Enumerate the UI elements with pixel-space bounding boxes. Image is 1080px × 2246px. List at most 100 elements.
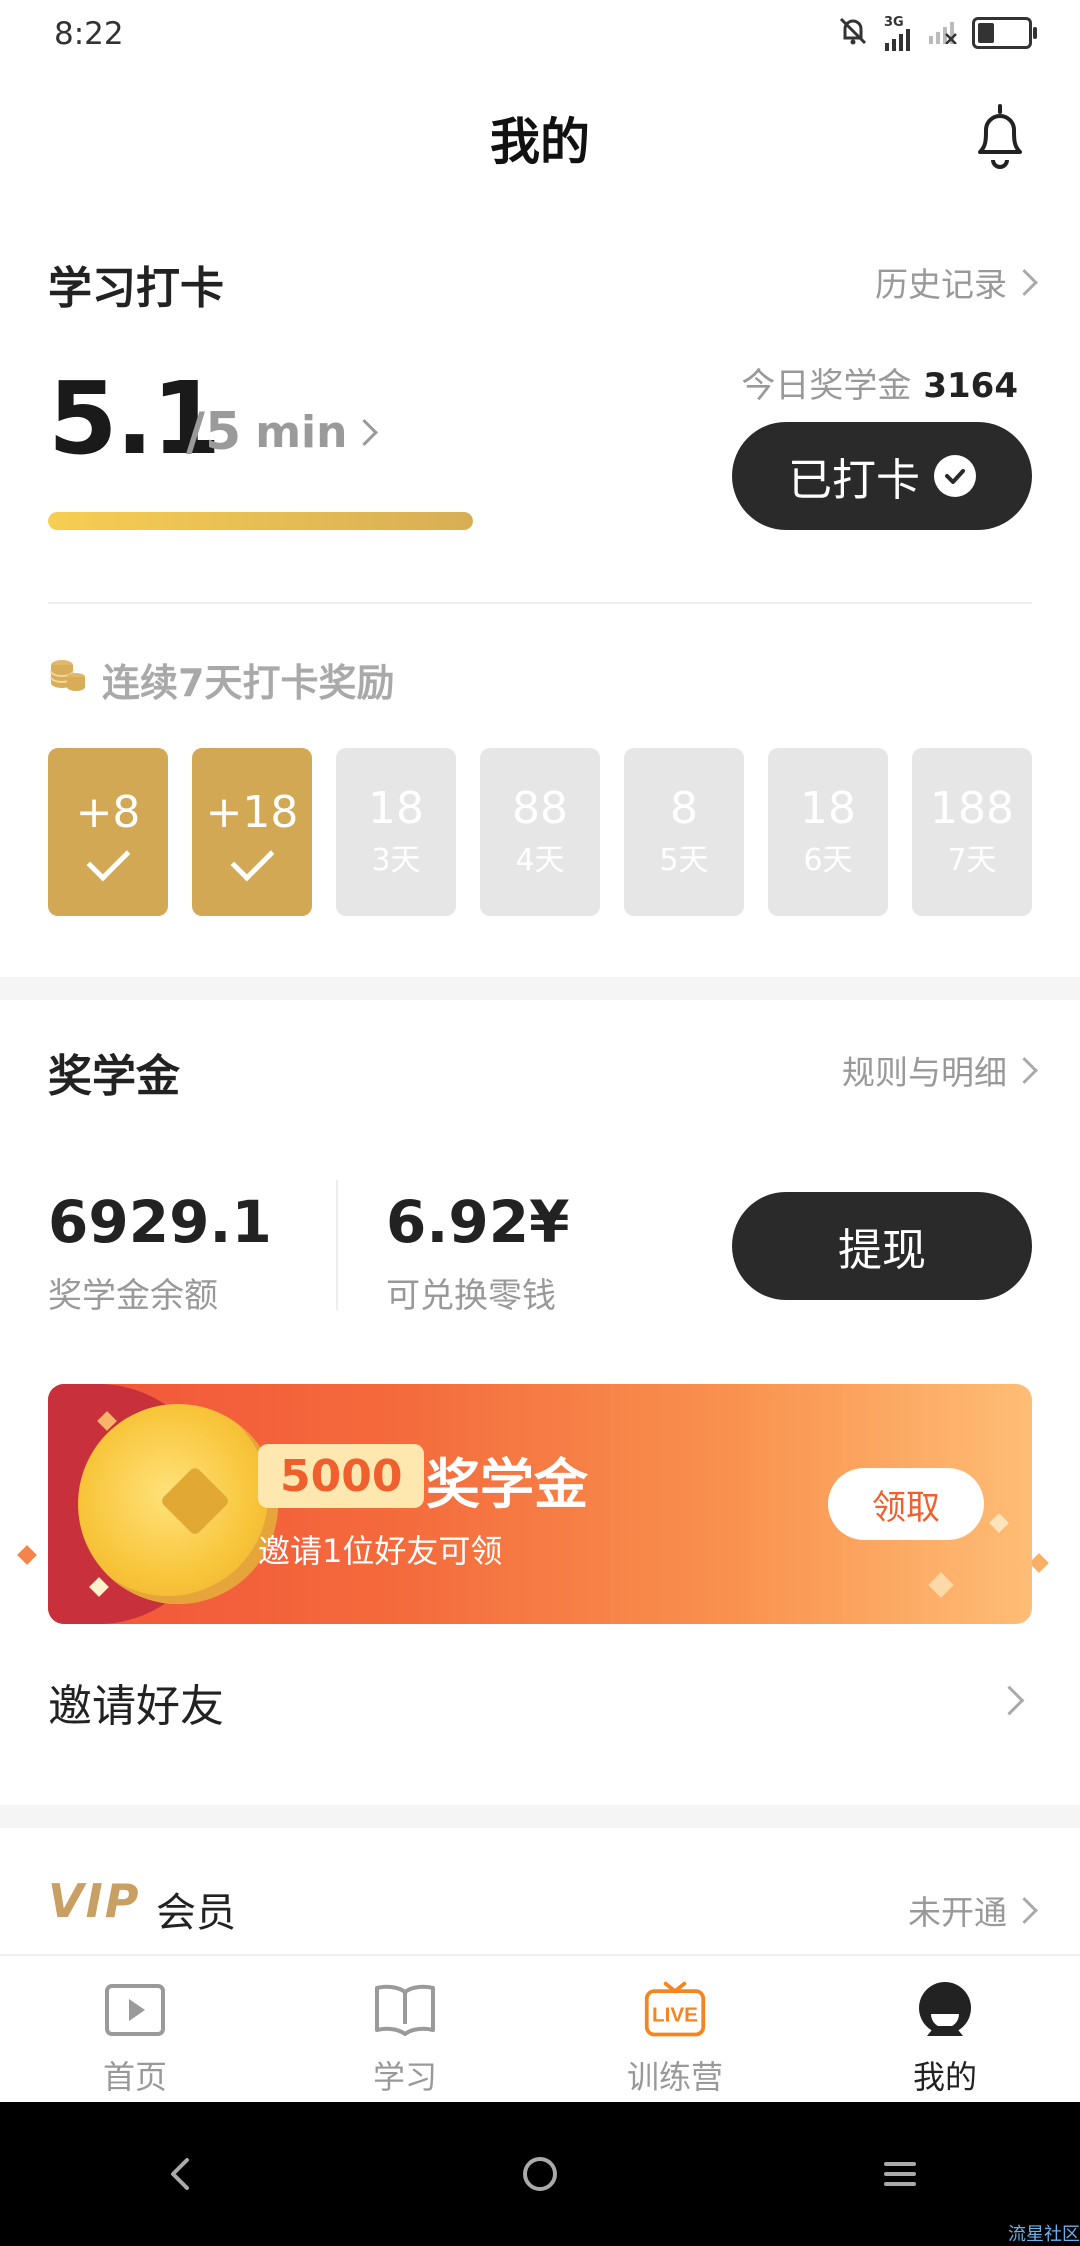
sparkle-icon — [1029, 1553, 1049, 1573]
history-link[interactable]: 历史记录 — [875, 258, 1038, 306]
checkmark-icon — [230, 837, 274, 881]
profile-icon — [913, 1978, 977, 2042]
minutes-goal-link[interactable]: /5 min — [186, 402, 379, 462]
vip-logo: VIP — [48, 1874, 141, 1928]
streak-day-value: 8 — [670, 783, 698, 834]
streak-day-value: 188 — [930, 783, 1014, 834]
checked-in-button[interactable]: 已打卡 — [732, 422, 1032, 530]
tab-home[interactable]: 首页 — [0, 1956, 270, 2104]
system-navigation-bar: 流星社区 — [0, 2102, 1080, 2246]
study-progress-bar — [48, 512, 473, 530]
tab-mine[interactable]: 我的 — [810, 1956, 1080, 2104]
chevron-right-icon — [994, 1685, 1025, 1716]
scholarship-section: 奖学金 规则与明细 6929.1 奖学金余额 6.92¥ 可兑换零钱 提现 50… — [0, 1000, 1080, 1805]
claim-button[interactable]: 领取 — [828, 1468, 984, 1540]
live-icon: LIVE — [643, 1978, 707, 2042]
streak-day-label: 3天 — [371, 843, 421, 878]
chevron-right-icon — [1011, 268, 1038, 296]
network-type: 3G — [884, 14, 904, 30]
vip-status: 未开通 — [908, 1886, 1038, 1934]
chevron-right-icon — [351, 418, 379, 446]
today-scholarship-value: 3164 — [923, 366, 1018, 406]
chevron-right-icon — [1011, 1896, 1038, 1924]
balance-value: 6929.1 — [48, 1188, 272, 1256]
streak-day-card: 18 3天 — [336, 748, 456, 916]
tab-study[interactable]: 学习 — [270, 1956, 540, 2104]
banner-amount: 5000 — [258, 1444, 425, 1508]
back-icon[interactable] — [140, 2134, 220, 2214]
status-bar: 8:22 3G — [0, 0, 1080, 72]
streak-day-label: 5天 — [659, 843, 709, 878]
streak-day-value: 88 — [512, 783, 568, 834]
minutes-unit: min — [255, 406, 348, 458]
sparkle-icon — [989, 1513, 1009, 1533]
streak-day-label: 6天 — [803, 843, 853, 878]
invite-banner[interactable]: 5000 奖学金 邀请1位好友可领 领取 — [48, 1384, 1032, 1624]
vip-row[interactable]: VIP 会员 未开通 — [0, 1828, 1080, 1954]
watermark-text: 流星社区 — [1008, 2224, 1080, 2245]
banner-title: 奖学金 — [426, 1453, 588, 1516]
tab-camp-label: 训练营 — [626, 2058, 723, 2096]
play-icon — [103, 1978, 167, 2042]
notification-bell-icon[interactable] — [968, 100, 1032, 172]
tab-camp[interactable]: LIVE 训练营 — [540, 1956, 810, 2104]
invite-friends-label: 邀请好友 — [48, 1681, 224, 1732]
checkmark-icon — [86, 837, 130, 881]
vertical-divider — [336, 1180, 338, 1310]
status-time: 8:22 — [54, 16, 124, 52]
bottom-tab-bar: 首页 学习 LIVE 训练营 我的 — [0, 1954, 1080, 2104]
vip-label: 会员 — [156, 1890, 236, 1936]
sparkle-icon — [928, 1572, 954, 1598]
chevron-right-icon — [1011, 1056, 1038, 1084]
streak-day-value: 18 — [800, 783, 856, 834]
book-icon — [373, 1978, 437, 2042]
signal-3g-icon: 3G — [884, 16, 914, 51]
rules-link-label: 规则与明细 — [842, 1053, 1007, 1092]
streak-day-card: +8 — [48, 748, 168, 916]
history-link-label: 历史记录 — [875, 265, 1007, 304]
streak-reward-label: 连续7天打卡奖励 — [102, 661, 395, 705]
streak-day-value: 18 — [368, 783, 424, 834]
streak-day-value: +18 — [205, 786, 299, 838]
home-circle-icon[interactable] — [500, 2134, 580, 2214]
streak-day-card: +18 — [192, 748, 312, 916]
change-value: 6.92¥ — [386, 1188, 570, 1256]
minutes-goal: /5 — [186, 402, 242, 462]
rules-link[interactable]: 规则与明细 — [842, 1046, 1038, 1094]
streak-day-label: 7天 — [947, 843, 997, 878]
divider — [48, 602, 1032, 604]
status-icons: 3G — [836, 14, 1037, 52]
streak-day-card: 8 5天 — [624, 748, 744, 916]
checkin-title: 学习打卡 — [48, 263, 224, 314]
check-circle-icon — [934, 455, 976, 497]
invite-friends-row[interactable]: 邀请好友 — [0, 1640, 1080, 1760]
header: 我的 — [0, 72, 1080, 212]
gold-coin-icon — [78, 1404, 278, 1604]
streak-day-label: 4天 — [515, 843, 565, 878]
streak-day-card: 188 7天 — [912, 748, 1032, 916]
bell-muted-icon — [836, 14, 870, 52]
battery-icon — [972, 17, 1037, 49]
streak-day-card: 88 4天 — [480, 748, 600, 916]
tab-home-label: 首页 — [102, 2058, 167, 2096]
checkin-section: 学习打卡 历史记录 5.1 /5 min 今日奖学金 3164 已打卡 连续7天打… — [0, 212, 1080, 977]
balance-label: 奖学金余额 — [48, 1276, 218, 1316]
today-scholarship: 今日奖学金 3164 — [741, 358, 1018, 407]
streak-reward-title: 连续7天打卡奖励 — [48, 652, 394, 707]
tab-mine-label: 我的 — [912, 2058, 977, 2096]
scholarship-title: 奖学金 — [48, 1051, 180, 1102]
menu-icon[interactable] — [860, 2134, 940, 2214]
checked-in-label: 已打卡 — [788, 455, 920, 506]
today-scholarship-label: 今日奖学金 — [741, 366, 912, 406]
study-progress-fill — [48, 512, 473, 530]
banner-subtitle: 邀请1位好友可领 — [258, 1532, 503, 1570]
sparkle-icon — [17, 1545, 37, 1565]
page-title: 我的 — [490, 113, 590, 171]
streak-day-card: 18 6天 — [768, 748, 888, 916]
vip-status-label: 未开通 — [908, 1893, 1007, 1932]
change-label: 可兑换零钱 — [386, 1276, 556, 1316]
coins-icon — [48, 655, 88, 704]
withdraw-button[interactable]: 提现 — [732, 1192, 1032, 1300]
streak-day-value: +8 — [75, 786, 141, 838]
signal-none-icon — [928, 18, 958, 48]
